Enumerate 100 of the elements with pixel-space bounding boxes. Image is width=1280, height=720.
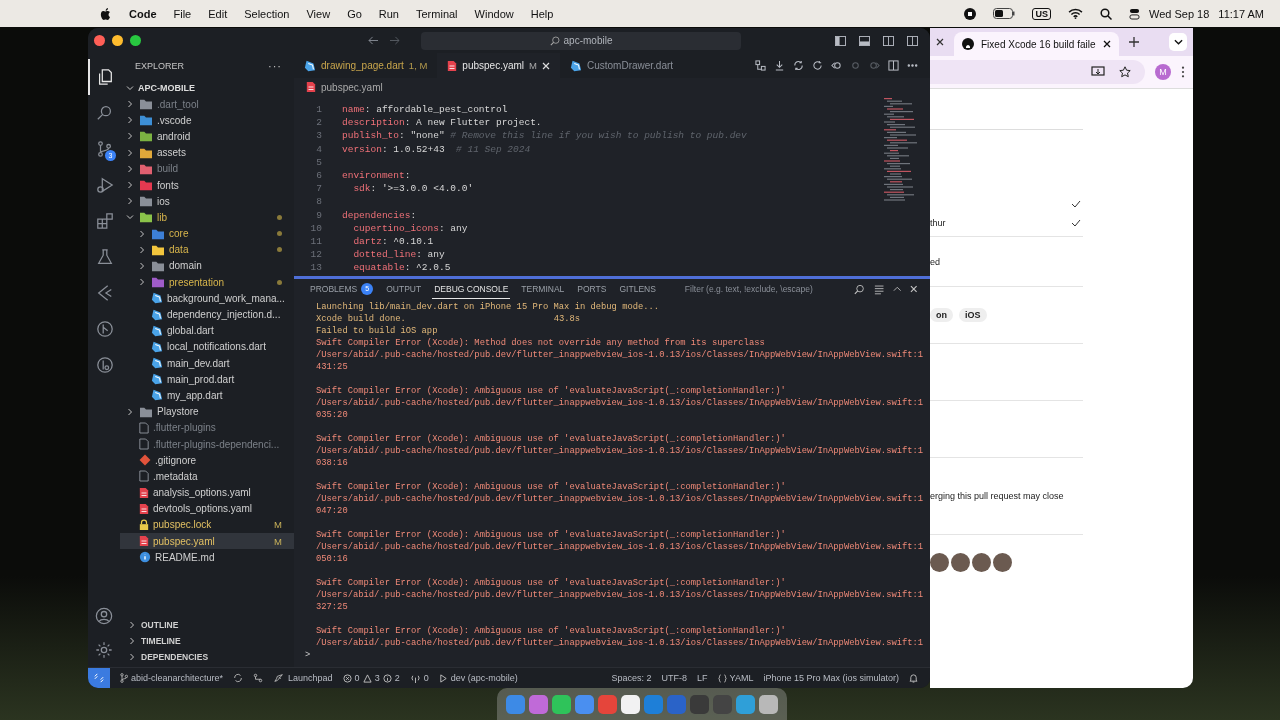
- tree-item[interactable]: presentation: [120, 274, 294, 291]
- sync-icon[interactable]: [233, 673, 244, 683]
- layout-icon[interactable]: [859, 35, 870, 46]
- previous-change-icon[interactable]: [831, 60, 842, 71]
- menu-item[interactable]: Terminal: [416, 7, 458, 20]
- browser-tab[interactable]: Fixed Xcode 16 build faile: [954, 32, 1119, 56]
- panel-tab[interactable]: GITLENS: [617, 279, 658, 299]
- tree-item[interactable]: my_app.dart: [120, 387, 294, 404]
- battery-icon[interactable]: [993, 8, 1016, 19]
- avatar-circle[interactable]: [972, 552, 991, 572]
- launchpad-status[interactable]: Launchpad: [273, 673, 333, 683]
- dock-app-icon[interactable]: [621, 694, 640, 714]
- install-icon[interactable]: [1091, 66, 1105, 78]
- tree-item[interactable]: main_prod.dart: [120, 371, 294, 388]
- tree-item[interactable]: Playstore: [120, 403, 294, 420]
- project-header[interactable]: APC-MOBILE: [120, 79, 294, 96]
- device-status[interactable]: iPhone 15 Pro Max (ios simulator): [763, 673, 899, 683]
- debug-target-status[interactable]: dev (apc-mobile): [438, 673, 518, 683]
- layout-icon[interactable]: [883, 35, 894, 46]
- tree-item[interactable]: .vscode: [120, 112, 294, 129]
- tree-item[interactable]: lib: [120, 209, 294, 226]
- editor-tab[interactable]: pubspec.yaml M: [437, 53, 560, 78]
- more-icon[interactable]: [1181, 66, 1185, 78]
- collapsed-section[interactable]: DEPENDENCIES: [120, 649, 294, 665]
- label-tag[interactable]: iOS: [959, 308, 987, 322]
- wifi-icon[interactable]: [1068, 8, 1083, 19]
- menu-item[interactable]: View: [306, 7, 331, 20]
- tree-item[interactable]: fonts: [120, 176, 294, 194]
- language-status[interactable]: YAML: [717, 673, 754, 683]
- filter-icon[interactable]: [854, 283, 865, 295]
- circle-icon[interactable]: [850, 60, 861, 71]
- indentation-status[interactable]: Spaces: 2: [611, 673, 652, 683]
- menu-item[interactable]: Window: [474, 7, 514, 20]
- ports-status[interactable]: 0: [409, 673, 429, 683]
- remote-button[interactable]: [88, 668, 110, 688]
- tree-item[interactable]: background_work_mana...: [120, 290, 294, 307]
- tree-item[interactable]: pubspec.lock M: [120, 516, 294, 534]
- menu-item[interactable]: Go: [347, 7, 362, 20]
- new-tab-icon[interactable]: [1128, 37, 1139, 47]
- minimize-window-button[interactable]: [112, 35, 123, 46]
- tree-item[interactable]: dependency_injection.d...: [120, 306, 294, 323]
- zoom-window-button[interactable]: [130, 35, 141, 46]
- tree-item[interactable]: data: [120, 241, 294, 258]
- avatar-circle[interactable]: [930, 552, 949, 572]
- menu-date[interactable]: Wed Sep 18: [1149, 7, 1210, 20]
- console-prompt[interactable]: >: [305, 650, 311, 660]
- list-icon[interactable]: [873, 283, 884, 295]
- panel-tab[interactable]: DEBUG CONSOLE: [432, 279, 511, 299]
- panel-tab[interactable]: TERMINAL: [519, 279, 567, 299]
- menu-item[interactable]: File: [173, 7, 192, 20]
- breadcrumb-item[interactable]: pubspec.yaml: [321, 81, 383, 93]
- tree-item[interactable]: .gitignore: [120, 452, 294, 469]
- menu-item[interactable]: Run: [378, 7, 399, 20]
- chevron-up-icon[interactable]: [892, 286, 902, 292]
- tab-list-button[interactable]: [1169, 33, 1187, 51]
- avatar-circle[interactable]: [951, 552, 970, 572]
- settings-icon[interactable]: [95, 641, 113, 659]
- refresh-icon[interactable]: [812, 60, 823, 71]
- command-search-field[interactable]: apc-mobile: [421, 31, 741, 50]
- tree-item[interactable]: build: [120, 160, 294, 177]
- account-icon[interactable]: [95, 607, 113, 625]
- close-icon[interactable]: [936, 38, 944, 46]
- keyboard-layout[interactable]: US: [1032, 7, 1051, 20]
- tree-item[interactable]: android: [120, 128, 294, 145]
- more-actions-button[interactable]: ···: [268, 60, 282, 72]
- problems-status[interactable]: 0 3 2: [342, 673, 400, 683]
- tree-item[interactable]: .metadata: [120, 468, 294, 485]
- back-arrow-icon[interactable]: [368, 36, 379, 45]
- close-icon[interactable]: [1102, 40, 1111, 48]
- git-fetch-icon[interactable]: [253, 673, 264, 683]
- tree-item[interactable]: global.dart: [120, 322, 294, 339]
- tree-item[interactable]: local_notifications.dart: [120, 338, 294, 355]
- close-window-button[interactable]: [94, 35, 105, 46]
- editor-tab[interactable]: CustomDrawer.dart: [559, 53, 684, 78]
- tree-item[interactable]: pubspec.yaml M: [120, 533, 294, 550]
- tree-item[interactable]: domain: [120, 257, 294, 275]
- panel-tab[interactable]: OUTPUT: [384, 279, 424, 299]
- filter-field[interactable]: Filter (e.g. text, !exclude, \escape): [680, 281, 846, 297]
- panel-tab[interactable]: PORTS: [575, 279, 609, 299]
- line-ending-status[interactable]: LF: [697, 673, 708, 683]
- compare-icon[interactable]: [755, 60, 766, 71]
- menu-item[interactable]: Help: [530, 7, 554, 20]
- dock-app-icon[interactable]: [552, 694, 571, 714]
- layout-icon[interactable]: [835, 35, 846, 46]
- tree-item[interactable]: core: [120, 225, 294, 242]
- layout-icon[interactable]: [907, 35, 918, 46]
- avatar-circle[interactable]: [993, 552, 1012, 572]
- record-icon[interactable]: [964, 7, 977, 20]
- encoding-status[interactable]: UTF-8: [661, 673, 688, 683]
- search-icon[interactable]: [1100, 7, 1112, 20]
- star-icon[interactable]: [1119, 66, 1131, 78]
- bell-icon[interactable]: [909, 673, 918, 683]
- tree-item[interactable]: .dart_tool: [120, 96, 294, 113]
- download-icon[interactable]: [774, 60, 785, 71]
- tree-item[interactable]: main_dev.dart: [120, 355, 294, 372]
- dock-app-icon[interactable]: [759, 694, 778, 714]
- menu-time[interactable]: 11:17 AM: [1218, 7, 1264, 20]
- collapsed-section[interactable]: TIMELINE: [120, 633, 294, 649]
- branch-status[interactable]: abid-cleanarchitecture*: [120, 673, 224, 683]
- editor-tab[interactable]: drawing_page.dart 1, M: [294, 53, 438, 78]
